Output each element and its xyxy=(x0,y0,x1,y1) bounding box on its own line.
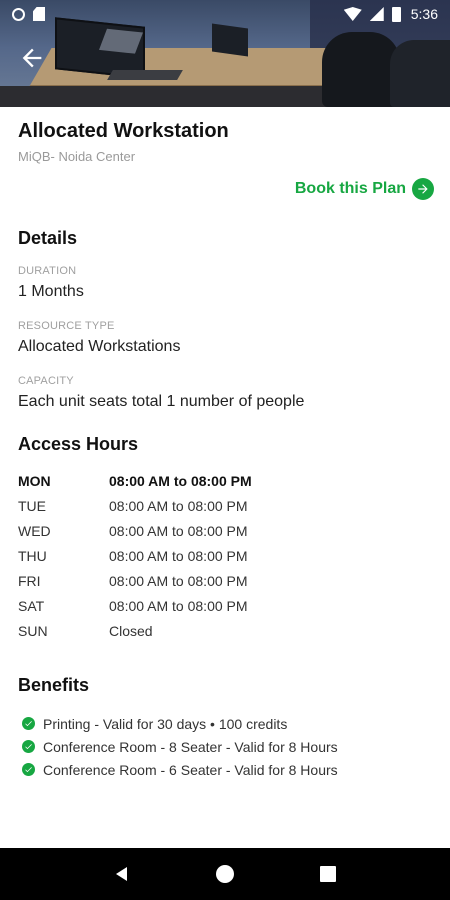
plan-title: Allocated Workstation xyxy=(18,120,229,142)
resource-type-label: RESOURCE TYPE xyxy=(18,320,115,332)
check-circle-icon xyxy=(22,717,35,730)
benefit-text: Conference Room - 8 Seater - Valid for 8… xyxy=(43,738,338,755)
hours-row-sat: SAT 08:00 AM to 08:00 PM xyxy=(18,593,318,618)
check-circle-icon xyxy=(22,763,35,776)
hours-row-mon: MON 08:00 AM to 08:00 PM xyxy=(18,468,318,493)
hours-value: 08:00 AM to 08:00 PM xyxy=(109,597,248,614)
book-plan-button[interactable]: Book this Plan xyxy=(295,178,434,200)
battery-icon xyxy=(391,6,401,22)
day-label: FRI xyxy=(18,572,41,589)
benefit-text: Printing - Valid for 30 days • 100 credi… xyxy=(43,715,288,732)
plan-location: MiQB- Noida Center xyxy=(18,149,136,164)
day-label: SAT xyxy=(18,597,45,614)
benefit-item: Conference Room - 8 Seater - Valid for 8… xyxy=(22,735,338,758)
benefit-text: Conference Room - 6 Seater - Valid for 8… xyxy=(43,761,338,778)
status-time: 5:36 xyxy=(410,6,438,22)
hours-row-sun: SUN Closed xyxy=(18,618,318,643)
notification-circle-icon xyxy=(12,7,25,21)
hero-chair xyxy=(322,32,400,107)
arrow-left-icon xyxy=(22,48,42,68)
nav-home-button[interactable] xyxy=(205,854,245,894)
duration-value: 1 Months xyxy=(18,283,84,300)
back-button[interactable] xyxy=(18,44,46,72)
wifi-icon xyxy=(343,7,362,21)
hero-monitor-far xyxy=(212,23,248,57)
nav-back-button[interactable] xyxy=(102,854,142,894)
hours-row-tue: TUE 08:00 AM to 08:00 PM xyxy=(18,493,318,518)
day-label: WED xyxy=(18,522,51,539)
hours-value: 08:00 AM to 08:00 PM xyxy=(109,472,252,489)
benefit-item: Conference Room - 6 Seater - Valid for 8… xyxy=(22,758,338,781)
hours-row-thu: THU 08:00 AM to 08:00 PM xyxy=(18,543,318,568)
system-navigation-bar xyxy=(0,848,450,900)
capacity-value: Each unit seats total 1 number of people xyxy=(18,393,305,410)
day-label: SUN xyxy=(18,622,48,639)
arrow-right-circle-icon xyxy=(412,178,434,200)
duration-label: DURATION xyxy=(18,265,77,277)
access-hours-table: MON 08:00 AM to 08:00 PM TUE 08:00 AM to… xyxy=(18,468,318,643)
hours-value: Closed xyxy=(109,622,153,639)
hours-value: 08:00 AM to 08:00 PM xyxy=(109,547,248,564)
details-heading: Details xyxy=(18,228,78,248)
sd-card-icon xyxy=(33,7,45,21)
hero-chair-far xyxy=(390,40,450,107)
benefit-item: Printing - Valid for 30 days • 100 credi… xyxy=(22,712,338,735)
hours-value: 08:00 AM to 08:00 PM xyxy=(109,572,248,589)
hours-row-fri: FRI 08:00 AM to 08:00 PM xyxy=(18,568,318,593)
hours-value: 08:00 AM to 08:00 PM xyxy=(109,497,248,514)
hero-keyboard xyxy=(107,70,183,80)
access-hours-heading: Access Hours xyxy=(18,434,139,454)
capacity-label: CAPACITY xyxy=(18,375,74,387)
benefits-heading: Benefits xyxy=(18,675,90,695)
day-label: TUE xyxy=(18,497,46,514)
circle-home-icon xyxy=(215,865,234,883)
signal-icon xyxy=(369,7,384,21)
triangle-back-icon xyxy=(115,867,127,881)
status-bar: 5:36 xyxy=(0,0,450,28)
benefits-list: Printing - Valid for 30 days • 100 credi… xyxy=(22,712,338,781)
square-recents-icon xyxy=(320,866,337,882)
book-plan-label: Book this Plan xyxy=(294,180,406,197)
day-label: THU xyxy=(18,547,47,564)
resource-type-value: Allocated Workstations xyxy=(18,338,181,355)
hero-desk-front xyxy=(0,86,330,107)
check-circle-icon xyxy=(22,740,35,753)
day-label: MON xyxy=(18,472,51,489)
hours-value: 08:00 AM to 08:00 PM xyxy=(109,522,248,539)
nav-recents-button[interactable] xyxy=(308,854,348,894)
hours-row-wed: WED 08:00 AM to 08:00 PM xyxy=(18,518,318,543)
